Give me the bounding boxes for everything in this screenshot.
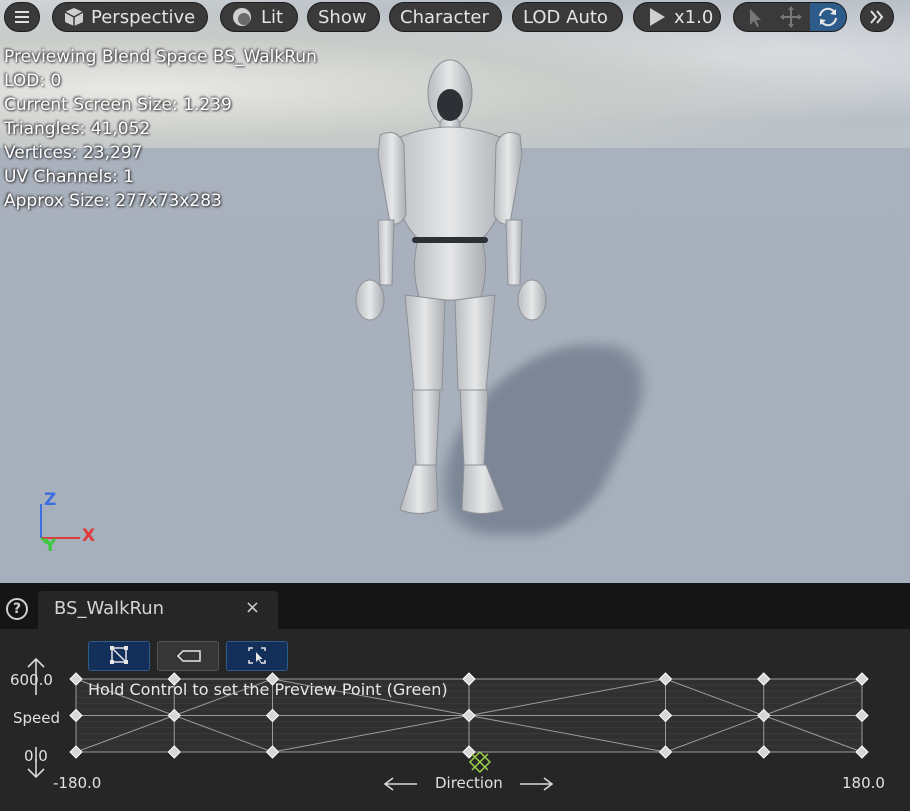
axis-y-label: Y: [44, 536, 57, 556]
playback-speed-label: x1.0: [674, 7, 714, 28]
play-icon: [650, 8, 665, 26]
tab-close-icon[interactable]: ×: [245, 597, 260, 618]
lod-label: LOD Auto: [523, 7, 608, 28]
info-line-uv-channels: UV Channels: 1: [4, 167, 135, 187]
rotate-icon: [819, 7, 837, 27]
transform-mode-group: [733, 2, 847, 32]
perspective-button[interactable]: Perspective: [52, 2, 208, 32]
info-line-screen-size: Current Screen Size: 1.239: [4, 95, 232, 115]
info-line-lod: LOD: 0: [4, 71, 62, 91]
info-line-vertices: Vertices: 23,297: [4, 143, 143, 163]
blend-space-editor: Hold Control to set the Preview Point (G…: [0, 629, 910, 811]
viewport-stats-overlay: Previewing Blend Space BS_WalkRun LOD: 0…: [4, 45, 317, 213]
preview-hint-text: Hold Control to set the Preview Point (G…: [88, 680, 448, 699]
direction-left-arrow-icon: [383, 777, 417, 791]
axis-z-label: Z: [44, 490, 57, 510]
help-icon[interactable]: ?: [6, 598, 28, 620]
toolbar-overflow-button[interactable]: [860, 2, 894, 32]
y-axis-name: Speed: [13, 709, 61, 727]
info-line-preview: Previewing Blend Space BS_WalkRun: [4, 47, 317, 67]
viewport-menu-button[interactable]: [4, 2, 40, 32]
y-axis-max-label: 600.0: [10, 671, 53, 689]
lod-button[interactable]: LOD Auto: [512, 2, 623, 32]
cube-icon: [64, 8, 84, 26]
tab-bs-walkrun[interactable]: BS_WalkRun ×: [38, 591, 278, 629]
x-axis-max-label: 180.0: [842, 774, 885, 792]
select-mode-button[interactable]: [736, 3, 772, 31]
playback-speed-button[interactable]: x1.0: [633, 2, 721, 32]
direction-right-arrow-icon: [520, 777, 554, 791]
move-icon: [780, 6, 802, 28]
blend-space-tab-bar: ? BS_WalkRun ×: [0, 583, 910, 629]
mannequin-character: [355, 59, 547, 514]
double-chevron-right-icon: [870, 10, 884, 24]
info-line-approx-size: Approx Size: 277x73x283: [4, 191, 222, 211]
select-arrow-icon: [750, 9, 761, 27]
show-label: Show: [318, 7, 367, 28]
perspective-label: Perspective: [91, 7, 196, 28]
axis-gizmo-lines: [40, 504, 80, 545]
info-line-triangles: Triangles: 41,052: [4, 119, 151, 139]
preview-viewport[interactable]: Previewing Blend Space BS_WalkRun LOD: 0…: [0, 0, 910, 583]
lit-sphere-icon: [233, 8, 251, 26]
rotate-mode-button[interactable]: [810, 3, 846, 31]
speed-down-arrow-icon: [27, 747, 45, 779]
lit-label: Lit: [261, 7, 284, 28]
lit-button[interactable]: Lit: [220, 2, 298, 32]
hamburger-menu-icon: [15, 11, 29, 23]
character-button[interactable]: Character: [389, 2, 502, 32]
axis-x-label: X: [82, 526, 96, 546]
move-mode-button[interactable]: [773, 3, 809, 31]
show-button[interactable]: Show: [307, 2, 380, 32]
preview-point-cross: [471, 753, 489, 771]
axis-gizmo: Z X Y: [30, 490, 110, 560]
x-axis-min-label: -180.0: [53, 774, 102, 792]
viewport-toolbar: Perspective Lit Show Character LOD Auto …: [0, 0, 910, 36]
x-axis-name: Direction: [435, 774, 503, 792]
character-label: Character: [400, 7, 489, 28]
tab-label: BS_WalkRun: [54, 598, 165, 619]
